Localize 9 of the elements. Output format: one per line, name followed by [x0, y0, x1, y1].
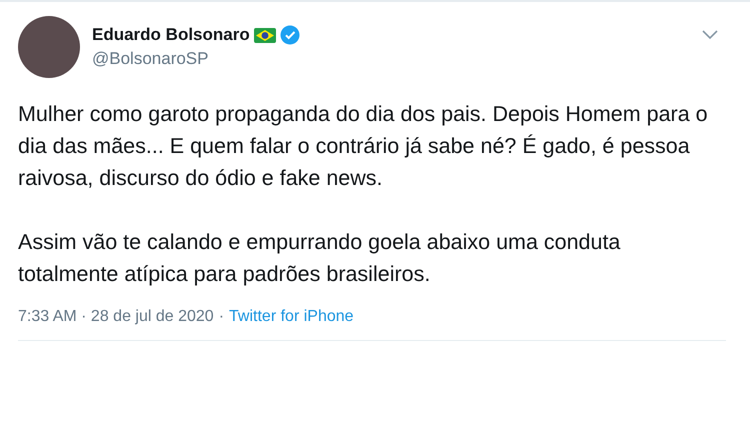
tweet-text: Mulher como garoto propaganda do dia dos pais. Depois Homem para o dia das mães... E quem falar o contrário já sabe né? É gado, é pessoa raivosa, discurso do ódio e fake news. [18, 101, 709, 192]
author-handle: @BolsonaroSP [92, 49, 210, 69]
source-link[interactable]: Twitter for iPhone [229, 308, 354, 326]
author-name: Eduardo Bolsonaro [92, 25, 250, 45]
tweet-text: Assim vão te calando e empurrando goela abaixo uma conduta totalmente atípica para padrões brasileiros. [18, 229, 622, 288]
separator: · [218, 308, 224, 326]
flag-icon [254, 28, 276, 42]
chevron-down-icon[interactable] [702, 30, 718, 40]
timestamp: 7:33 AM · 28 de jul de 2020 [18, 308, 214, 326]
